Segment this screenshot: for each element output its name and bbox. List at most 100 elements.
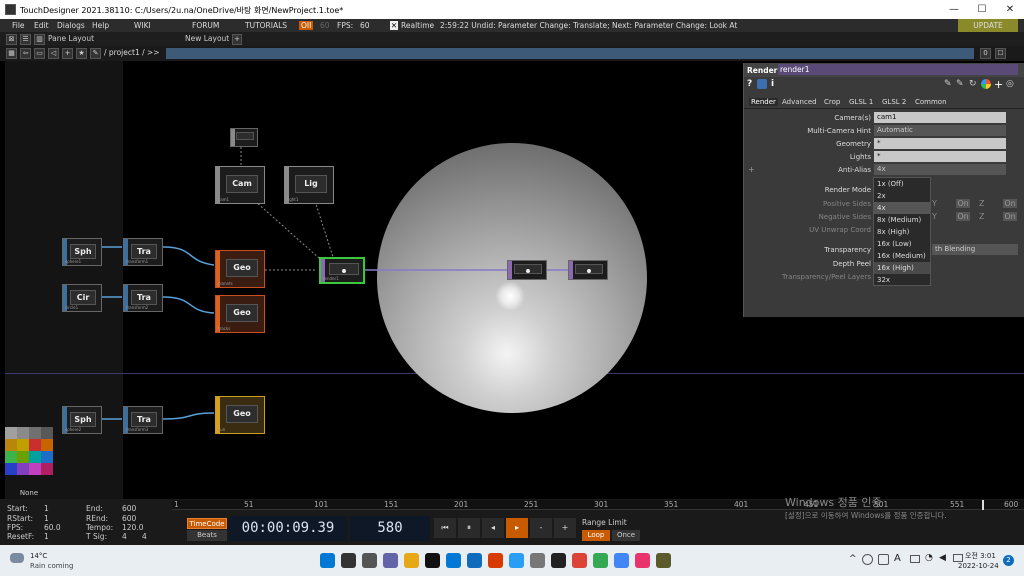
option-32x[interactable]: 32x [874,274,930,286]
node-circle1[interactable]: Cir circle1 [62,284,102,312]
minimize-button[interactable]: — [940,0,968,19]
palette-swatch[interactable] [41,439,53,451]
palette-swatch[interactable] [29,463,41,475]
settings-icon[interactable] [530,553,545,568]
path-count[interactable]: 0 [980,48,991,59]
pane-layout-label[interactable]: Pane Layout [48,34,94,43]
menu-edit[interactable]: Edit [34,21,49,30]
tab-advanced[interactable]: Advanced [782,98,817,106]
maximize-button[interactable]: ☐ [968,0,996,19]
tempo-value[interactable]: 120.0 [122,523,143,532]
palette-swatch[interactable] [17,439,29,451]
tab-crop[interactable]: Crop [824,98,840,106]
node-null1[interactable] [507,260,547,280]
option-4x[interactable]: 4x [874,202,930,214]
option-8x-medium[interactable]: 8x (Medium) [874,214,930,226]
rstart-value[interactable]: 1 [44,514,49,523]
option-2x[interactable]: 2x [874,190,930,202]
node-render1[interactable]: render1 [319,257,365,284]
office-icon[interactable] [488,553,503,568]
loop-button[interactable]: Loop [582,530,610,541]
palette-swatch[interactable] [5,463,17,475]
mail-icon[interactable] [467,553,482,568]
node-geo-sun[interactable]: Geo sun [215,396,265,434]
node-cam1[interactable]: Cam cam1 [215,166,265,204]
param-geometry[interactable]: Geometry * [744,138,1024,150]
timecode-button[interactable]: TimeCode [187,518,227,529]
tsig-value2[interactable]: 4 [142,532,147,541]
notion-icon[interactable] [551,553,566,568]
color-icon[interactable] [981,79,991,89]
path-window[interactable]: ☐ [995,48,1006,59]
network-icon[interactable]: ◔ [925,553,933,563]
palette-swatch[interactable] [41,427,53,439]
chevron-up-icon[interactable]: ^ [849,554,857,564]
param-multicam[interactable]: Multi-Camera Hint Automatic [744,125,1024,137]
clock-date[interactable]: 2022-10-24 [958,562,999,570]
touchdesigner-icon[interactable] [656,553,671,568]
option-8x-high[interactable]: 8x (High) [874,226,930,238]
step-minus-button[interactable]: - [530,518,552,538]
step-plus-button[interactable]: + [554,518,576,538]
param-cameras[interactable]: Camera(s) cam1 [744,112,1024,124]
clock-time[interactable]: 오전 3:01 [965,551,996,561]
menu-help[interactable]: Help [92,21,109,30]
edge-icon[interactable] [509,553,524,568]
help-icon[interactable]: ? [747,79,752,89]
param-antialias[interactable]: Anti-Alias 4x [744,164,1024,176]
frame-display[interactable]: 580 [350,516,430,541]
node-transform3[interactable]: Tra transform3 [123,406,163,434]
weather-text[interactable]: Rain coming [30,562,73,570]
menu-dialogs[interactable]: Dialogs [57,21,85,30]
antialias-dropdown[interactable]: 1x (Off) 2x 4x 8x (Medium) 8x (High) 16x… [873,177,931,286]
option-16x-high[interactable]: 16x (High) [874,262,930,274]
taskview-icon[interactable] [362,553,377,568]
new-layout-tab[interactable]: New Layout [185,34,229,43]
tab-render[interactable]: Render [749,98,778,106]
option-16x-medium[interactable]: 16x (Medium) [874,250,930,262]
palette-swatch[interactable] [29,439,41,451]
realtime-checkbox[interactable]: ✕ [390,21,398,30]
pencil-icon[interactable]: ✎ [944,79,952,89]
add-param-icon[interactable]: + [994,78,1003,91]
update-button[interactable]: UPDATE [958,19,1018,32]
weather-temp[interactable]: 14°C [30,552,47,560]
add-layout-button[interactable]: + [232,34,242,45]
palette-swatch[interactable] [5,439,17,451]
add-icon[interactable]: + [62,48,73,59]
keyboard-icon[interactable] [878,554,889,565]
tsig-value1[interactable]: 4 [122,532,127,541]
node-geo-tracks[interactable]: Geo tracks [215,295,265,333]
option-16x-low[interactable]: 16x (Low) [874,238,930,250]
folder-icon[interactable] [404,553,419,568]
battery-icon[interactable] [953,554,963,562]
comment-icon[interactable]: ✎ [956,79,964,89]
palette-swatch[interactable] [5,451,17,463]
chrome2-icon[interactable] [593,553,608,568]
star-icon[interactable]: ★ [76,48,87,59]
oii-badge[interactable]: OII [299,21,314,30]
node-transform1[interactable]: Tra transform1 [123,238,163,266]
pos-y-toggle[interactable]: On [956,199,970,208]
step-back-button[interactable]: ◂ [482,518,504,538]
node-sphere1[interactable]: Sph sphere1 [62,238,102,266]
rend-value[interactable]: 600 [122,514,136,523]
node-light1[interactable]: Lig light1 [284,166,334,204]
once-button[interactable]: Once [612,530,640,541]
info-icon[interactable]: i [771,79,774,89]
start-icon[interactable] [320,553,335,568]
node-null2[interactable] [568,260,608,280]
pos-z-toggle[interactable]: On [1003,199,1017,208]
netflix-icon[interactable] [425,553,440,568]
notification-badge[interactable]: 2 [1003,555,1014,566]
indesign-icon[interactable] [635,553,650,568]
python-icon[interactable] [757,79,767,89]
rewind-button[interactable]: ⏮ [434,518,456,538]
monitor-icon[interactable] [910,555,920,563]
neg-y-toggle[interactable]: On [956,212,970,221]
play-button[interactable]: ▸ [506,518,528,538]
palette-swatch[interactable] [41,463,53,475]
resetf-value[interactable]: 1 [44,532,49,541]
ime-indicator[interactable]: A [894,553,901,564]
palette-swatch[interactable] [17,451,29,463]
